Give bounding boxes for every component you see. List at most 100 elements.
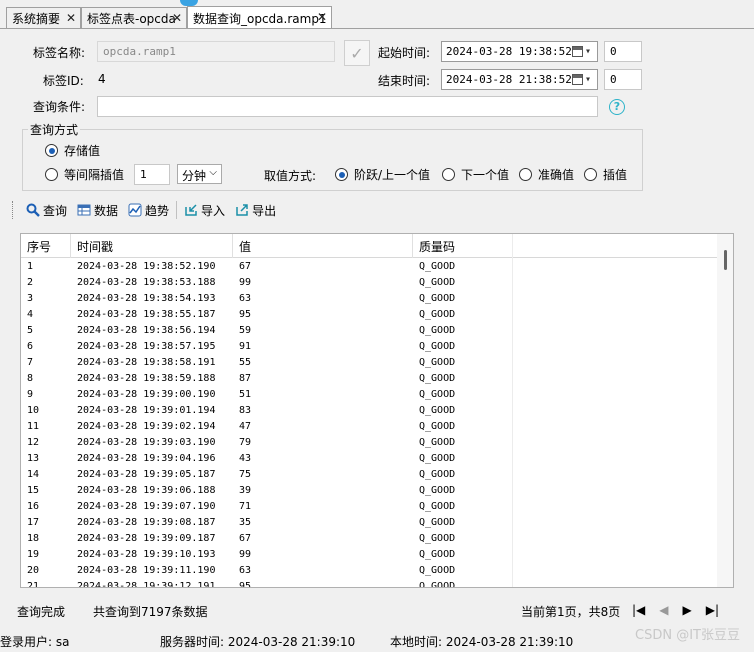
first-page-icon[interactable]: |◀ [632,603,645,617]
close-icon[interactable]: ✕ [316,11,328,23]
close-icon[interactable]: ✕ [65,12,77,24]
unit-select[interactable]: 分钟 ⌵ [177,164,222,184]
cell-timestamp: 2024-03-28 19:39:01.194 [77,405,216,416]
radio-interp[interactable]: 插值 [584,166,627,183]
column-header-value[interactable]: 值 [233,234,413,258]
start-time-picker[interactable]: 2024-03-28 19:38:52 ▾ [441,41,598,62]
calendar-icon[interactable]: ▾ [572,45,594,58]
end-time-picker[interactable]: 2024-03-28 21:38:52 ▾ [441,69,598,90]
cell-index: 8 [27,373,34,384]
calendar-icon[interactable]: ▾ [572,73,594,86]
end-time-label: 结束时间: [378,74,431,88]
table-row[interactable]: 21 2024-03-28 19:39:12.191 95 Q_GOOD [21,579,718,588]
start-ms-field[interactable]: 0 [604,41,642,62]
table-row[interactable]: 20 2024-03-28 19:39:11.190 63 Q_GOOD [21,563,718,579]
data-label: 数据 [94,203,119,218]
radio-next[interactable]: 下一个值 [442,166,509,183]
radio-dot[interactable] [519,168,532,181]
tab-system-summary[interactable]: 系统摘要 ✕ [6,7,81,29]
check-icon[interactable]: ✓ [344,40,370,66]
import-button[interactable]: 导入 [179,199,230,221]
cell-quality: Q_GOOD [419,309,456,320]
last-page-icon[interactable]: ▶| [706,603,719,617]
tab-tag-table[interactable]: 标签点表-opcda ✕ [81,7,187,29]
data-grid[interactable]: 序号 时间戳 值 质量码 1 2024-03-28 19:38:52.190 67 Q… [20,233,734,588]
table-row[interactable]: 6 2024-03-28 19:38:57.195 91 Q_GOOD [21,339,718,355]
cell-value: 55 [239,357,252,368]
column-header-index[interactable]: 序号 [21,234,71,258]
table-row[interactable]: 17 2024-03-28 19:39:08.187 35 Q_GOOD [21,515,718,531]
cell-value: 99 [239,277,252,288]
cell-value: 59 [239,325,252,336]
data-button[interactable]: 数据 [72,199,123,221]
cell-quality: Q_GOOD [419,453,456,464]
table-row[interactable]: 15 2024-03-28 19:39:06.188 39 Q_GOOD [21,483,718,499]
table-row[interactable]: 7 2024-03-28 19:38:58.191 55 Q_GOOD [21,355,718,371]
tab-data-query[interactable]: 数据查询_opcda.ramp1 ✕ [187,6,332,29]
table-row[interactable]: 16 2024-03-28 19:39:07.190 71 Q_GOOD [21,499,718,515]
start-time-label: 起始时间: [378,46,431,60]
table-row[interactable]: 14 2024-03-28 19:39:05.187 75 Q_GOOD [21,467,718,483]
table-row[interactable]: 12 2024-03-28 19:39:03.190 79 Q_GOOD [21,435,718,451]
radio-dot[interactable] [442,168,455,181]
condition-input[interactable] [97,96,598,117]
radio-dot[interactable] [45,144,58,157]
cell-quality: Q_GOOD [419,389,456,400]
table-row[interactable]: 11 2024-03-28 19:39:02.194 47 Q_GOOD [21,419,718,435]
prev-page-icon[interactable]: ◀ [659,603,668,617]
condition-label: 查询条件: [33,100,86,114]
tag-id-label: 标签ID: [43,74,84,88]
help-icon[interactable]: ? [609,99,625,115]
cell-timestamp: 2024-03-28 19:38:55.187 [77,309,216,320]
table-row[interactable]: 13 2024-03-28 19:39:04.196 43 Q_GOOD [21,451,718,467]
radio-exact[interactable]: 准确值 [519,166,574,183]
trend-button[interactable]: 趋势 [123,199,174,221]
radio-dot[interactable] [45,168,58,181]
cell-index: 21 [27,581,40,588]
query-button[interactable]: 查询 [21,199,72,221]
end-time-value: 2024-03-28 21:38:52 [446,73,572,86]
table-row[interactable]: 9 2024-03-28 19:39:00.190 51 Q_GOOD [21,387,718,403]
export-button[interactable]: 导出 [230,199,281,221]
table-row[interactable]: 2 2024-03-28 19:38:53.188 99 Q_GOOD [21,275,718,291]
cell-value: 67 [239,533,252,544]
cell-quality: Q_GOOD [419,517,456,528]
table-row[interactable]: 18 2024-03-28 19:39:09.187 67 Q_GOOD [21,531,718,547]
query-mode-title: 查询方式 [28,121,81,138]
scrollbar-thumb[interactable] [724,250,727,270]
radio-dot[interactable] [335,168,348,181]
interval-input[interactable]: 1 [134,164,170,185]
radio-interval[interactable]: 等间隔插值 [45,166,124,183]
end-ms-field[interactable]: 0 [604,69,642,90]
vertical-scrollbar[interactable] [717,234,733,587]
cell-index: 18 [27,533,40,544]
cell-timestamp: 2024-03-28 19:39:00.190 [77,389,216,400]
next-page-icon[interactable]: ▶ [683,603,692,617]
table-row[interactable]: 3 2024-03-28 19:38:54.193 63 Q_GOOD [21,291,718,307]
column-header-quality[interactable]: 质量码 [413,234,513,258]
cell-value: 51 [239,389,252,400]
close-icon[interactable]: ✕ [171,12,183,24]
cell-value: 95 [239,581,252,588]
radio-stored-value[interactable]: 存储值 [45,142,100,159]
cell-timestamp: 2024-03-28 19:38:52.190 [77,261,216,272]
cell-timestamp: 2024-03-28 19:39:02.194 [77,421,216,432]
column-header-timestamp[interactable]: 时间戳 [71,234,233,258]
table-row[interactable]: 10 2024-03-28 19:39:01.194 83 Q_GOOD [21,403,718,419]
table-row[interactable]: 19 2024-03-28 19:39:10.193 99 Q_GOOD [21,547,718,563]
cell-value: 79 [239,437,252,448]
tag-name-label: 标签名称: [33,46,86,60]
cell-value: 87 [239,373,252,384]
table-row[interactable]: 4 2024-03-28 19:38:55.187 95 Q_GOOD [21,307,718,323]
unit-value: 分钟 [182,169,207,183]
table-row[interactable]: 8 2024-03-28 19:38:59.188 87 Q_GOOD [21,371,718,387]
radio-step-prev[interactable]: 阶跃/上一个值 [335,166,430,183]
table-row[interactable]: 5 2024-03-28 19:38:56.194 59 Q_GOOD [21,323,718,339]
radio-label: 阶跃/上一个值 [354,168,431,182]
cell-value: 39 [239,485,252,496]
cell-value: 75 [239,469,252,480]
cell-timestamp: 2024-03-28 19:39:05.187 [77,469,216,480]
table-row[interactable]: 1 2024-03-28 19:38:52.190 67 Q_GOOD [21,259,718,275]
cell-value: 43 [239,453,252,464]
radio-dot[interactable] [584,168,597,181]
